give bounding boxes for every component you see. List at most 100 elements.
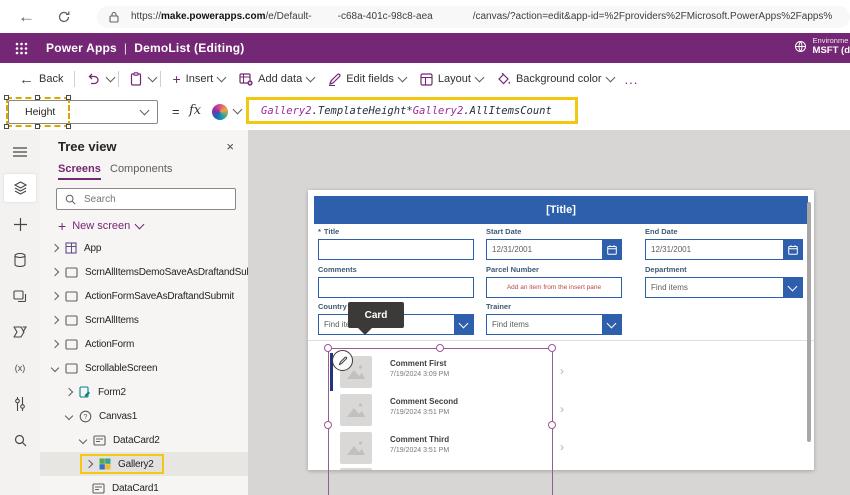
undo-menu-chevron[interactable] (106, 72, 116, 83)
tab-components[interactable]: Components (110, 163, 172, 175)
selection-handle[interactable] (324, 344, 332, 352)
title-input[interactable] (318, 239, 474, 260)
advanced-tools-icon[interactable] (4, 390, 36, 418)
search-icon (65, 194, 76, 205)
insert-icon[interactable] (4, 210, 36, 238)
background-color-button[interactable]: Background color (490, 67, 621, 91)
item-chevron[interactable]: › (560, 402, 564, 416)
chevron-right-icon[interactable] (50, 339, 60, 349)
selection-handle[interactable] (4, 95, 9, 100)
paste-menu-chevron[interactable] (148, 72, 158, 83)
paste-button[interactable] (123, 67, 149, 91)
selection-handle[interactable] (548, 421, 556, 429)
form-title-bar[interactable]: [Title] (314, 196, 808, 224)
dropdown-chevron-icon[interactable] (783, 278, 802, 297)
back-button[interactable]: ← Back (12, 67, 70, 91)
field-department: Department Find items (645, 265, 803, 298)
browser-bar: ← https://make.powerapps.com/e/Default- -… (0, 0, 850, 33)
lock-icon (109, 11, 119, 23)
menu-icon[interactable] (4, 138, 36, 166)
add-data-button[interactable]: Add data (232, 67, 321, 91)
search-icon[interactable] (4, 426, 36, 454)
chevron-down-icon[interactable] (64, 411, 74, 421)
browser-refresh-icon[interactable] (57, 10, 71, 24)
new-screen-button[interactable]: + New screen (58, 218, 145, 234)
tree-search[interactable] (56, 188, 236, 210)
gallery-item[interactable]: Comment First 7/19/2024 3:09 PM › (330, 356, 580, 392)
undo-button[interactable] (79, 67, 107, 91)
dropdown-chevron-icon[interactable] (602, 315, 621, 334)
app-canvas[interactable]: [Title] * Title Start Date 12/31/2001 End… (308, 190, 814, 470)
selection-handle[interactable] (35, 124, 40, 129)
selection-handle[interactable] (324, 421, 332, 429)
formula-input[interactable]: Gallery2.TemplateHeight*Gallery2.AllItem… (246, 97, 578, 124)
chevron-right-icon[interactable] (50, 243, 60, 253)
paint-bucket-icon (497, 72, 511, 86)
add-data-chevron (305, 72, 316, 83)
chevron-right-icon[interactable] (84, 459, 94, 469)
gallery-item[interactable]: Comment Third 7/19/2024 3:51 PM › (330, 432, 580, 468)
canvas-scrollbar[interactable] (807, 202, 811, 442)
tree-item-gallery2[interactable]: Gallery2 (40, 452, 248, 476)
browser-back-icon[interactable]: ← (18, 7, 35, 27)
edit-fields-button[interactable]: Edit fields (321, 67, 413, 91)
close-icon[interactable]: × (226, 139, 234, 154)
tree-item-screen[interactable]: ScrollableScreen (40, 356, 248, 380)
dropdown-chevron-icon[interactable] (454, 315, 473, 334)
copilot-chevron[interactable] (232, 104, 243, 115)
datacard-icon (92, 482, 105, 494)
selection-handle[interactable] (436, 344, 444, 352)
tree-item-screen[interactable]: ActionFormSaveAsDraftandSubmit (40, 284, 248, 308)
item-chevron[interactable]: › (560, 364, 564, 378)
tree-item-app[interactable]: App (40, 236, 248, 260)
edit-pencil-icon[interactable] (332, 350, 353, 371)
chevron-right-icon[interactable] (64, 387, 74, 397)
trainer-dropdown[interactable]: Find items (486, 314, 622, 335)
calendar-icon[interactable] (783, 240, 802, 259)
selection-handle[interactable] (548, 344, 556, 352)
chevron-down-icon[interactable] (50, 363, 60, 373)
tab-screens[interactable]: Screens (58, 163, 101, 180)
tree-items: App ScrnAllItemsDemoSaveAsDraftandSubmit… (40, 236, 248, 495)
more-commands-button[interactable]: ... (625, 72, 639, 87)
address-bar[interactable]: https://make.powerapps.com/e/Default- -c6… (97, 5, 850, 28)
power-automate-icon[interactable] (4, 318, 36, 346)
waffle-icon[interactable] (15, 42, 28, 55)
copilot-icon[interactable] (212, 104, 228, 120)
parcel-number-placeholder[interactable]: Add an item from the insert pane (486, 277, 622, 298)
start-date-input[interactable]: 12/31/2001 (486, 239, 622, 260)
layout-button[interactable]: Layout (413, 67, 490, 91)
tree-item-datacard[interactable]: DataCard2 (40, 428, 248, 452)
chevron-right-icon[interactable] (50, 267, 60, 277)
comments-input[interactable] (318, 277, 474, 298)
selection-handle[interactable] (66, 124, 71, 129)
screen-icon (65, 290, 78, 302)
department-dropdown[interactable]: Find items (645, 277, 803, 298)
gallery-item[interactable]: Comment Second 7/19/2024 3:51 PM › (330, 394, 580, 430)
chevron-down-icon[interactable] (78, 435, 88, 445)
item-chevron[interactable]: › (560, 440, 564, 454)
calendar-icon[interactable] (602, 240, 621, 259)
insert-button[interactable]: + Insert (165, 67, 232, 91)
tree-item-screen[interactable]: ScrnAllItemsDemoSaveAsDraftandSubmit (40, 260, 248, 284)
data-icon[interactable] (4, 246, 36, 274)
tree-item-screen[interactable]: ActionForm (40, 332, 248, 356)
screen-icon (65, 362, 78, 374)
tree-view-icon[interactable] (4, 174, 36, 202)
media-icon[interactable] (4, 282, 36, 310)
gallery-item-partial[interactable] (330, 468, 580, 470)
tree-item-datacard[interactable]: DataCard1 (40, 476, 248, 495)
environment-picker[interactable]: Environme MSFT (d (794, 36, 850, 56)
selection-handle[interactable] (66, 95, 71, 100)
variables-icon[interactable]: (x) (4, 354, 36, 382)
end-date-input[interactable]: 12/31/2001 (645, 239, 803, 260)
selection-handle[interactable] (4, 124, 9, 129)
tree-item-canvas[interactable]: ? Canvas1 (40, 404, 248, 428)
tree-item-screen[interactable]: ScrnAllItems (40, 308, 248, 332)
tree-item-form[interactable]: Form2 (40, 380, 248, 404)
selection-handle[interactable] (35, 95, 40, 100)
search-input[interactable] (82, 192, 216, 206)
chevron-right-icon[interactable] (50, 291, 60, 301)
layout-icon (420, 72, 433, 86)
chevron-right-icon[interactable] (50, 315, 60, 325)
